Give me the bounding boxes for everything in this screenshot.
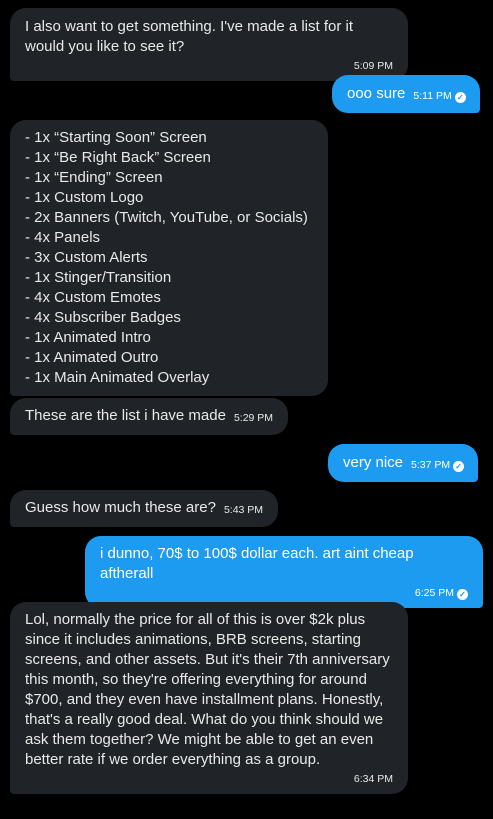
list-item: - 1x Animated Outro bbox=[25, 349, 159, 366]
check-circle-icon: ✓ bbox=[453, 461, 465, 472]
list-item: - 1x Stinger/Transition bbox=[25, 269, 172, 286]
message-timestamp-row: 5:11 PM ✓ bbox=[413, 89, 466, 104]
message-timestamp: 5:37 PM bbox=[411, 459, 451, 471]
message-timestamp: 5:43 PM bbox=[223, 504, 264, 516]
list-item: - 1x Custom Logo bbox=[25, 189, 144, 206]
message-text: very nice bbox=[343, 454, 404, 471]
list-item: - 3x Custom Alerts bbox=[25, 249, 148, 266]
message-text: These are the list i have made bbox=[25, 407, 226, 424]
list-item: - 4x Subscriber Badges bbox=[25, 309, 181, 326]
message-timestamp: 5:09 PM bbox=[353, 60, 393, 72]
message-timestamp: 6:25 PM bbox=[414, 587, 454, 599]
list-item: - 4x Custom Emotes bbox=[25, 289, 161, 306]
message-bubble-incoming[interactable]: These are the list i have made 5:29 PM bbox=[10, 398, 289, 435]
message-bubble-incoming[interactable]: Lol, normally the price for all of this … bbox=[10, 602, 408, 794]
message-timestamp-row: 6:25 PM ✓ bbox=[100, 586, 468, 600]
list-item: - 4x Panels bbox=[25, 229, 101, 246]
message-timestamp-row: 5:37 PM ✓ bbox=[411, 458, 465, 473]
message-bubble-incoming[interactable]: - 1x “Starting Soon” Screen - 1x “Be Rig… bbox=[10, 120, 328, 396]
message-bubble-outgoing[interactable]: ooo sure 5:11 PM ✓ bbox=[332, 75, 480, 113]
message-bubble-outgoing[interactable]: very nice 5:37 PM ✓ bbox=[328, 444, 479, 482]
message-text: Guess how much these are? bbox=[25, 499, 216, 516]
message-timestamp: 5:29 PM bbox=[233, 412, 274, 424]
list-item: - 2x Banners (Twitch, YouTube, or Social… bbox=[25, 209, 308, 226]
message-text: I also want to get something. I've made … bbox=[25, 18, 358, 55]
message-bubble-incoming[interactable]: I also want to get something. I've made … bbox=[10, 8, 408, 81]
message-text: ooo sure bbox=[347, 85, 406, 102]
check-circle-icon: ✓ bbox=[454, 92, 466, 103]
check-circle-icon: ✓ bbox=[457, 589, 468, 600]
list-item: - 1x “Be Right Back” Screen bbox=[25, 149, 211, 166]
message-text: i dunno, 70$ to 100$ dollar each. art ai… bbox=[100, 545, 418, 582]
message-timestamp: 5:11 PM bbox=[413, 90, 452, 102]
message-text: Lol, normally the price for all of this … bbox=[25, 611, 394, 768]
list-item: - 1x “Starting Soon” Screen bbox=[25, 129, 207, 146]
message-timestamp: 6:34 PM bbox=[353, 773, 393, 785]
list-item: - 1x Animated Intro bbox=[25, 329, 151, 346]
message-bubble-outgoing[interactable]: i dunno, 70$ to 100$ dollar each. art ai… bbox=[85, 536, 483, 608]
list-item: - 1x “Ending” Screen bbox=[25, 169, 163, 186]
message-list: - 1x “Starting Soon” Screen - 1x “Be Rig… bbox=[25, 128, 313, 388]
message-bubble-incoming[interactable]: Guess how much these are? 5:43 PM bbox=[10, 490, 279, 527]
list-item: - 1x Main Animated Overlay bbox=[25, 369, 210, 386]
